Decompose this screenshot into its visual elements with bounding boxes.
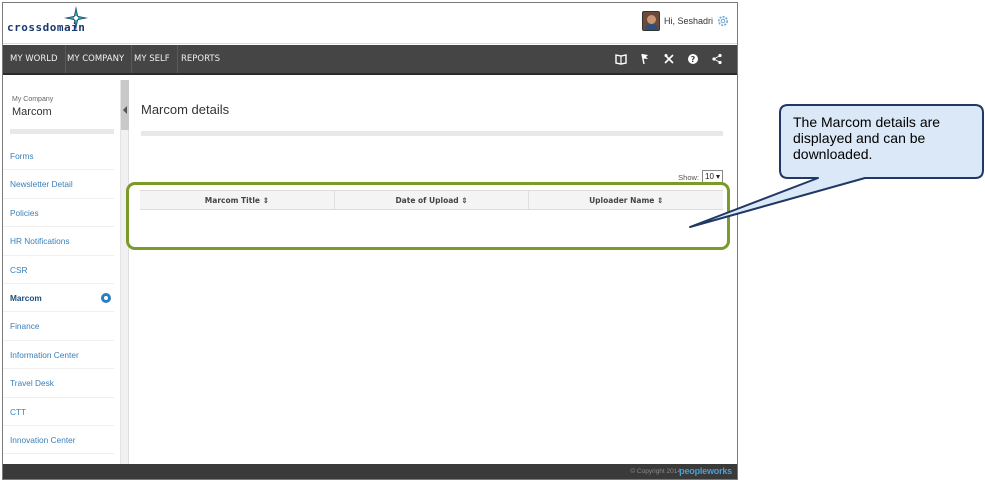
gear-icon[interactable] [717,15,729,27]
book-icon[interactable] [609,45,633,73]
page-size-value: 10 [705,172,714,181]
show-label: Show: [678,172,699,182]
avatar[interactable] [641,11,660,31]
sidebar-item-innovation-center[interactable]: Innovation Center [3,426,114,455]
chevron-down-icon [716,175,720,179]
user-greeting: Hi, Seshadri [663,16,713,26]
scrollbar-thumb[interactable] [121,80,129,130]
nav-icon-group: ? [609,45,729,73]
sidebar-item-newsletter-detail[interactable]: Newsletter Detail [3,170,114,199]
sidebar-item-travel-desk[interactable]: Travel Desk [3,369,114,398]
sidebar-item-marcom[interactable]: Marcom [3,284,114,313]
footer: © Copyright 2014 peopleworks [3,464,737,479]
sidebar-scrollbar[interactable] [121,80,129,464]
sidebar-item-policies[interactable]: Policies [3,199,114,228]
nav-my-self[interactable]: MY SELF [127,45,178,73]
help-icon[interactable]: ? [681,45,705,73]
sidebar-item-hr-notifications[interactable]: HR Notifications [3,227,114,256]
tools-icon[interactable] [657,45,681,73]
sidebar-item-csr[interactable]: CSR [3,256,114,284]
nav-my-company[interactable]: MY COMPANY [60,45,133,73]
sidebar-title: Marcom [12,106,52,118]
sidebar-item-label: Marcom [10,292,42,303]
sidebar-item-ctt[interactable]: CTT [3,398,114,426]
sidebar-menu: Forms Newsletter Detail Policies HR Noti… [3,142,121,455]
nav-reports[interactable]: REPORTS [174,45,227,73]
sidebar-item-finance[interactable]: Finance [3,312,114,341]
main-nav: MY WORLD MY COMPANY MY SELF REPORTS ? [3,45,737,75]
copyright-text: © Copyright 2014 [630,468,681,475]
callout-text: The Marcom details are displayed and can… [793,114,941,162]
sidebar: My Company Marcom Forms Newsletter Detai… [3,80,121,464]
logo-star-icon [64,6,88,30]
title-divider [141,131,723,136]
sidebar-divider [10,129,114,134]
user-area: Hi, Seshadri [641,10,729,32]
sidebar-item-information-center[interactable]: Information Center [3,341,114,370]
collapse-sidebar-icon[interactable] [123,106,127,114]
page-title: Marcom details [141,102,230,117]
nav-my-world[interactable]: MY WORLD [3,45,66,73]
peopleworks-logo: peopleworks [679,466,732,476]
table-highlight-box [126,182,730,250]
main-content: Marcom details Show: 10 Marcom Title ⇕ D… [130,80,737,464]
crossdomain-logo[interactable]: crossdomain [7,6,97,39]
flag-icon[interactable] [633,45,657,73]
svg-text:?: ? [691,55,696,64]
active-indicator-icon [101,292,111,303]
sidebar-item-forms[interactable]: Forms [3,142,114,171]
top-header: crossdomain Hi, Seshadri [3,3,737,44]
share-icon[interactable] [705,45,729,73]
breadcrumb-parent[interactable]: My Company [12,96,53,103]
